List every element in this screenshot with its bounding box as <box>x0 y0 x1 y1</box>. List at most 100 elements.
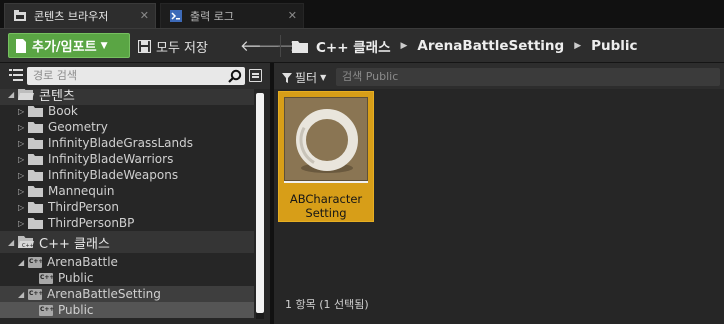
path-search-placeholder: 경로 검색 <box>33 69 77 82</box>
asset-name: ABCharacter Setting <box>289 192 363 220</box>
tree-label: ThirdPersonBP <box>48 216 135 230</box>
tree-label: ThirdPerson <box>48 200 119 214</box>
cpp-folder-icon <box>28 288 43 300</box>
chevron-right-icon[interactable]: ▶ <box>574 41 581 51</box>
tree-root-cpp-classes[interactable]: ◢ C++ C++ 클래스 <box>0 231 254 253</box>
search-icon <box>228 69 242 83</box>
tree-item-module[interactable]: ◢ ArenaBattle <box>0 254 254 270</box>
tab-bar: 콘텐츠 브라우저 ✕ 출력 로그 ✕ <box>0 0 724 28</box>
tree-label: Mannequin <box>48 184 115 198</box>
tree-item-public-selected[interactable]: Public <box>0 302 254 318</box>
class-ring-icon <box>296 109 358 173</box>
add-import-label: 추가/임포트 <box>32 40 97 55</box>
new-document-icon <box>16 38 26 53</box>
breadcrumb-item[interactable]: Public <box>591 38 637 54</box>
chevron-right-icon[interactable]: ▶ <box>401 41 408 51</box>
save-all-button[interactable]: 모두 저장 <box>138 35 208 57</box>
tab-label: 출력 로그 <box>190 10 234 23</box>
folder-icon <box>28 121 43 133</box>
filter-icon <box>282 72 292 83</box>
content-browser-icon <box>13 9 27 23</box>
asset-filter-row: 필터 ▼ 검색 Public <box>274 63 724 89</box>
output-log-icon <box>169 9 183 23</box>
tree-item-folder[interactable]: ▷ ThirdPersonBP <box>0 215 254 231</box>
asset-search-input[interactable]: 검색 Public <box>336 68 720 86</box>
filter-label: 필터 <box>295 71 318 85</box>
save-all-label: 모두 저장 <box>156 40 208 56</box>
collapsed-arrow-icon[interactable]: ▷ <box>18 219 28 228</box>
path-search-row: 경로 검색 <box>0 63 270 89</box>
toolbar-divider <box>280 35 281 57</box>
tree-label: C++ 클래스 <box>39 236 110 252</box>
close-icon[interactable]: ✕ <box>140 9 149 22</box>
view-options-button[interactable] <box>249 69 262 82</box>
cpp-folder-icon <box>39 272 54 284</box>
folder-icon <box>28 105 43 117</box>
folder-icon[interactable] <box>292 40 308 53</box>
filter-button[interactable]: 필터 ▼ <box>282 69 326 86</box>
sources-toggle-icon[interactable] <box>9 69 23 82</box>
tab-content-browser[interactable]: 콘텐츠 브라우저 ✕ <box>4 3 156 28</box>
tree-item-folder[interactable]: ▷ Book <box>0 103 254 119</box>
folder-icon <box>28 217 43 229</box>
collapsed-arrow-icon[interactable]: ▷ <box>18 107 28 116</box>
folder-icon <box>28 153 43 165</box>
expand-arrow-icon[interactable]: ◢ <box>18 290 28 299</box>
folder-icon <box>28 137 43 149</box>
tree-item-folder[interactable]: ▷ Mannequin <box>0 183 254 199</box>
tree-item-folder[interactable]: ▷ InfinityBladeWarriors <box>0 151 254 167</box>
path-view-panel: 경로 검색 ◢ 콘텐츠 ▷ Book ▷ Geometry ▷ Infinity… <box>0 63 270 324</box>
expand-arrow-icon[interactable]: ◢ <box>8 90 18 99</box>
folder-icon <box>28 201 43 213</box>
path-search-input[interactable]: 경로 검색 <box>27 67 245 85</box>
breadcrumb-item[interactable]: ArenaBattleSetting <box>417 38 564 54</box>
folder-open-icon <box>18 89 34 100</box>
tree-item-folder[interactable]: ▷ InfinityBladeWeapons <box>0 167 254 183</box>
tree-scrollbar[interactable] <box>256 93 264 319</box>
tree-label: Public <box>58 271 94 285</box>
chevron-down-icon: ▼ <box>100 40 108 51</box>
asset-type-bar <box>284 181 368 183</box>
tree-item-folder[interactable]: ▷ Geometry <box>0 119 254 135</box>
tree-label: InfinityBladeGrassLands <box>48 136 193 150</box>
tree-label: Book <box>48 104 78 118</box>
tab-output-log[interactable]: 출력 로그 ✕ <box>160 3 304 28</box>
tree-label: InfinityBladeWeapons <box>48 168 179 182</box>
asset-search-placeholder: 검색 Public <box>342 70 399 83</box>
item-count-status: 1 항목 (1 선택됨) <box>285 298 369 311</box>
collapsed-arrow-icon[interactable]: ▷ <box>18 123 28 132</box>
cpp-folder-icon: C++ <box>18 236 34 248</box>
tree-item-public[interactable]: Public <box>0 270 254 286</box>
folder-tree: ◢ 콘텐츠 ▷ Book ▷ Geometry ▷ InfinityBladeG… <box>0 89 254 319</box>
cpp-folder-icon <box>39 304 54 316</box>
svg-text:C++: C++ <box>22 243 34 248</box>
tree-label: ArenaBattle <box>47 255 118 269</box>
collapsed-arrow-icon[interactable]: ▷ <box>18 155 28 164</box>
tree-item-folder[interactable]: ▷ ThirdPerson <box>0 199 254 215</box>
tree-label: Geometry <box>48 120 108 134</box>
collapsed-arrow-icon[interactable]: ▷ <box>18 203 28 212</box>
collapsed-arrow-icon[interactable]: ▷ <box>18 171 28 180</box>
chevron-down-icon: ▼ <box>320 73 327 82</box>
add-import-button[interactable]: 추가/임포트 ▼ <box>8 33 130 58</box>
asset-thumbnail <box>284 97 368 181</box>
tree-item-module[interactable]: ◢ ArenaBattleSetting <box>0 286 254 302</box>
tree-label: Public <box>58 303 94 317</box>
expand-arrow-icon[interactable]: ◢ <box>18 258 28 267</box>
asset-tile-selected[interactable]: ABCharacter Setting <box>278 91 374 222</box>
collapsed-arrow-icon[interactable]: ▷ <box>18 187 28 196</box>
collapsed-arrow-icon[interactable]: ▷ <box>18 139 28 148</box>
asset-view-panel: 필터 ▼ 검색 Public ABCharacter Setting 1 항목 … <box>274 63 724 324</box>
breadcrumb: C++ 클래스 ▶ ArenaBattleSetting ▶ Public <box>292 35 638 57</box>
close-icon[interactable]: ✕ <box>288 9 297 22</box>
folder-icon <box>28 169 43 181</box>
tree-item-folder[interactable]: ▷ InfinityBladeGrassLands <box>0 135 254 151</box>
cpp-folder-icon <box>28 256 43 268</box>
breadcrumb-item[interactable]: C++ 클래스 <box>316 36 391 56</box>
tree-label: ArenaBattleSetting <box>47 287 161 301</box>
folder-icon <box>28 185 43 197</box>
scrollbar-thumb[interactable] <box>256 93 264 313</box>
tab-label: 콘텐츠 브라우저 <box>34 10 109 23</box>
tree-label: InfinityBladeWarriors <box>48 152 174 166</box>
expand-arrow-icon[interactable]: ◢ <box>8 238 18 247</box>
